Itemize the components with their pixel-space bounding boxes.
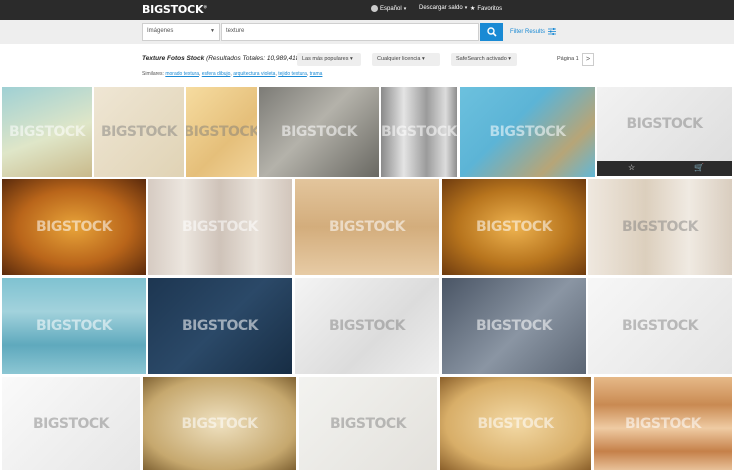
license-dropdown[interactable]: Cualquier licencia ▾: [372, 53, 440, 66]
sort-dropdown[interactable]: Las más populares ▾: [297, 53, 361, 66]
similar-link[interactable]: trama: [310, 71, 323, 77]
texture-tile-18[interactable]: BIGSTOCK: [2, 377, 140, 470]
texture-tile-21[interactable]: BIGSTOCK: [440, 377, 591, 470]
bigstock-watermark: BIGSTOCK: [32, 415, 110, 432]
license-value: Cualquier licencia: [377, 56, 421, 62]
chevron-down-icon: ▾: [508, 56, 512, 62]
texture-tile-1[interactable]: BIGSTOCK: [2, 87, 92, 177]
texture-tile-6[interactable]: BIGSTOCK: [460, 87, 595, 177]
similar-label: Similares:: [142, 71, 164, 77]
bigstock-watermark: BIGSTOCK: [381, 124, 457, 140]
bigstock-watermark: BIGSTOCK: [35, 318, 113, 334]
search-input[interactable]: texture: [221, 23, 479, 41]
texture-tile-19[interactable]: BIGSTOCK: [143, 377, 296, 470]
bigstock-watermark: BIGSTOCK: [181, 219, 259, 235]
chevron-down-icon: ▾: [464, 5, 468, 11]
bigstock-watermark: BIGSTOCK: [328, 318, 406, 334]
results-title-text: Texture Fotos Stock: [142, 55, 205, 62]
star-icon: ★: [470, 6, 476, 12]
filter-results-button[interactable]: Filter Results: [510, 28, 557, 35]
search-icon: [487, 27, 497, 37]
bigstock-watermark: BIGSTOCK: [181, 318, 259, 334]
texture-tile-2[interactable]: BIGSTOCK: [94, 87, 184, 177]
bigstock-watermark: BIGSTOCK: [181, 415, 258, 432]
results-title: Texture Fotos Stock (Resultados Totales:…: [142, 55, 302, 62]
next-page-button[interactable]: >: [582, 53, 594, 66]
sort-value: Las más populares: [302, 56, 349, 62]
texture-tile-20[interactable]: BIGSTOCK: [299, 377, 437, 470]
texture-tile-12[interactable]: BIGSTOCK: [588, 179, 732, 275]
download-balance-label: Descargar saldo: [419, 5, 463, 11]
bigstock-watermark: BIGSTOCK: [475, 318, 553, 334]
bigstock-watermark: BIGSTOCK: [624, 415, 702, 432]
favorites-link[interactable]: ★ Favoritos: [470, 5, 503, 13]
globe-icon: [371, 5, 378, 12]
texture-tile-3[interactable]: BIGSTOCK: [186, 87, 257, 177]
bigstock-watermark: BIGSTOCK: [100, 124, 178, 140]
bigstock-watermark: BIGSTOCK: [328, 219, 406, 235]
similar-searches: Similares: morado textura, esfera dibujo…: [142, 71, 323, 77]
language-label: Español: [380, 5, 402, 12]
bigstock-watermark: BIGSTOCK: [621, 318, 699, 334]
language-menu[interactable]: Español ▾: [371, 5, 406, 12]
top-bar: BIGSTOCK® Español ▾ Descargar saldo ▾ ★ …: [0, 0, 734, 20]
texture-tile-22[interactable]: BIGSTOCK: [594, 377, 732, 470]
safesearch-value: SafeSearch activado: [456, 56, 507, 62]
download-balance-menu[interactable]: Descargar saldo ▾: [419, 5, 467, 11]
bigstock-watermark: BIGSTOCK: [475, 219, 553, 235]
asset-type-value: Imágenes: [147, 28, 174, 34]
bigstock-watermark: BIGSTOCK: [8, 124, 86, 140]
bigstock-watermark: BIGSTOCK: [477, 415, 554, 432]
bigstock-watermark: BIGSTOCK: [186, 124, 257, 140]
texture-tile-4[interactable]: BIGSTOCK: [259, 87, 379, 177]
texture-tile-7[interactable]: BIGSTOCK: [597, 87, 732, 161]
search-bar: Imágenes ▼ texture Filter Results: [0, 20, 734, 44]
results-count: (Resultados Totales: 10,989,418): [206, 55, 302, 62]
search-query-value: texture: [226, 28, 245, 34]
sliders-icon: [548, 28, 557, 35]
texture-tile-11[interactable]: BIGSTOCK: [442, 179, 586, 275]
bigstock-watermark: BIGSTOCK: [280, 124, 358, 140]
favorite-star-icon[interactable]: ☆: [628, 163, 635, 172]
texture-tile-17[interactable]: BIGSTOCK: [588, 278, 732, 374]
similar-link[interactable]: arquitectura violeta: [233, 71, 275, 77]
bigstock-watermark: BIGSTOCK: [626, 116, 703, 132]
cart-icon[interactable]: 🛒: [694, 163, 704, 172]
bigstock-watermark: BIGSTOCK: [35, 219, 113, 235]
search-button[interactable]: [480, 23, 503, 41]
chevron-down-icon: ▾: [421, 56, 425, 62]
similar-link[interactable]: esfera dibujo: [202, 71, 231, 77]
texture-tile-5[interactable]: BIGSTOCK: [381, 87, 457, 177]
similar-link[interactable]: morado textura: [165, 71, 199, 77]
favorites-label: Favoritos: [477, 5, 503, 12]
texture-tile-9[interactable]: BIGSTOCK: [148, 179, 292, 275]
texture-tile-14[interactable]: BIGSTOCK: [148, 278, 292, 374]
filter-results-label: Filter Results: [510, 28, 546, 35]
chevron-down-icon: ▾: [403, 5, 407, 12]
texture-tile-8[interactable]: BIGSTOCK: [2, 179, 146, 275]
chevron-down-icon: ▾: [350, 56, 353, 62]
page-indicator: Página 1: [557, 56, 579, 62]
bigstock-watermark: BIGSTOCK: [329, 415, 407, 432]
logo-text: BIGSTOCK: [142, 3, 204, 16]
texture-tile-13[interactable]: BIGSTOCK: [2, 278, 146, 374]
texture-tile-16[interactable]: BIGSTOCK: [442, 278, 586, 374]
asset-type-select[interactable]: Imágenes ▼: [142, 23, 220, 41]
bigstock-watermark: BIGSTOCK: [489, 124, 566, 140]
tile-action-bar: ☆ 🛒: [597, 161, 732, 176]
texture-tile-15[interactable]: BIGSTOCK: [295, 278, 439, 374]
bigstock-watermark: BIGSTOCK: [621, 219, 699, 235]
chevron-down-icon: ▼: [210, 28, 215, 34]
bigstock-logo[interactable]: BIGSTOCK®: [142, 3, 207, 16]
similar-link[interactable]: tejido textura: [278, 71, 307, 77]
chevron-right-icon: >: [585, 56, 591, 63]
logo-trademark: ®: [203, 4, 208, 10]
safesearch-dropdown[interactable]: SafeSearch activado ▾: [451, 53, 517, 66]
texture-tile-10[interactable]: BIGSTOCK: [295, 179, 439, 275]
